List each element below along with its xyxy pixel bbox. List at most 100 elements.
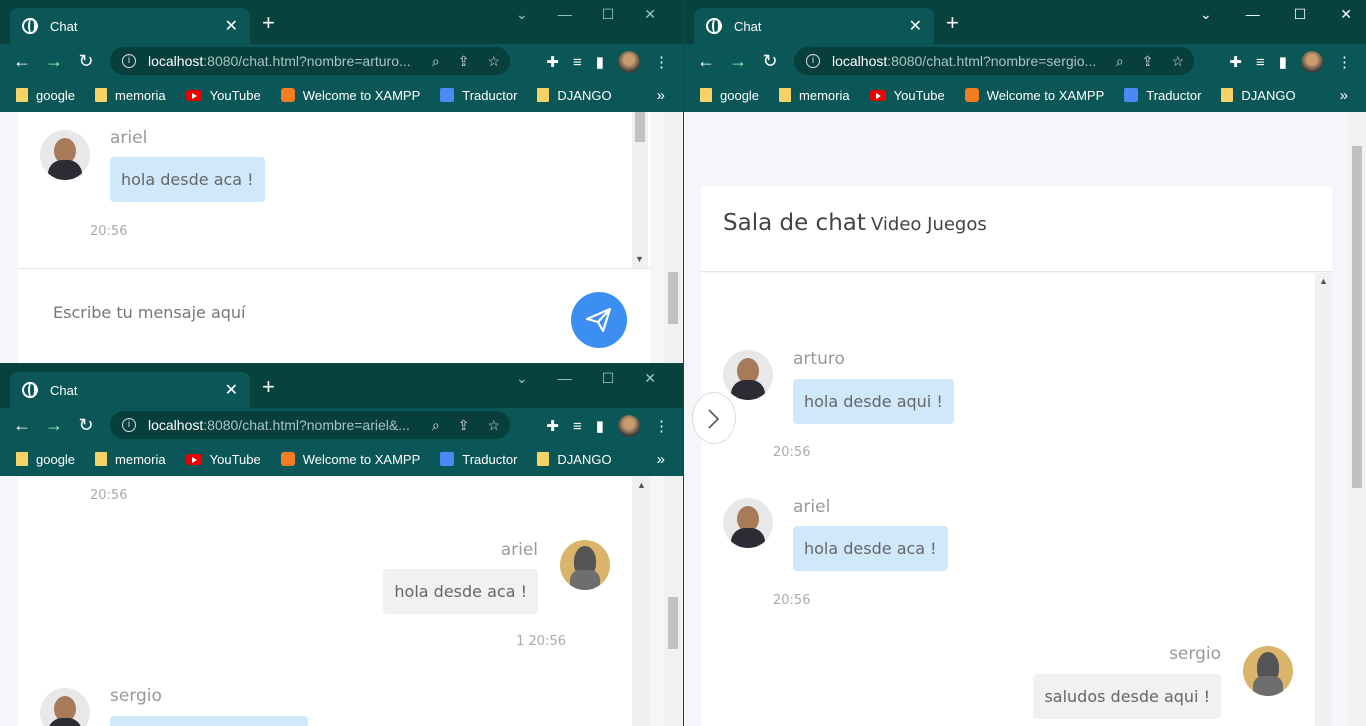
profile-avatar[interactable] xyxy=(618,415,640,437)
profile-avatar[interactable] xyxy=(1301,51,1323,73)
maximize-icon[interactable]: ☐ xyxy=(602,370,615,387)
bookmark-google[interactable]: google xyxy=(16,452,75,467)
tab-search-icon[interactable]: ⌄ xyxy=(516,370,528,387)
forward-icon[interactable]: → xyxy=(38,51,70,72)
scroll-down-icon[interactable]: ▼ xyxy=(635,254,644,264)
bookmark-traductor[interactable]: Traductor xyxy=(440,452,517,467)
bookmark-traductor[interactable]: Traductor xyxy=(440,88,517,103)
more-bookmarks-icon[interactable]: » xyxy=(1340,87,1348,104)
close-tab-icon[interactable]: ✕ xyxy=(225,380,238,400)
address-bar[interactable]: i localhost:8080/chat.html?nombre=sergio… xyxy=(794,47,1194,75)
scroll-up-icon[interactable]: ▲ xyxy=(1319,276,1328,286)
site-info-icon[interactable]: i xyxy=(122,54,136,68)
bookmark-xampp[interactable]: Welcome to XAMPP xyxy=(964,88,1104,103)
bookmark-google[interactable]: google xyxy=(16,88,75,103)
close-window-icon[interactable]: ✕ xyxy=(644,6,656,23)
scrollbar-thumb[interactable] xyxy=(635,112,645,142)
bookmark-django[interactable]: DJANGO xyxy=(537,88,612,103)
scrollbar[interactable] xyxy=(1315,273,1332,726)
close-window-icon[interactable]: ✕ xyxy=(1340,6,1352,23)
star-icon[interactable]: ☆ xyxy=(487,53,500,70)
share-icon[interactable]: ⇪ xyxy=(458,417,470,434)
close-window-icon[interactable]: ✕ xyxy=(644,370,656,387)
tab-chat[interactable]: Chat ✕ xyxy=(694,8,934,44)
send-button[interactable] xyxy=(571,292,627,348)
share-icon[interactable]: ⇪ xyxy=(1142,53,1154,70)
new-tab-icon[interactable]: + xyxy=(262,12,275,34)
tab-search-icon[interactable]: ⌄ xyxy=(1200,6,1212,23)
sidepanel-icon[interactable]: ▮ xyxy=(596,53,604,71)
extensions-icon[interactable]: ✚ xyxy=(546,53,559,71)
browser-window-sergio: Chat ✕ + ⌄ — ☐ ✕ ← → ↻ i localhost:8080/… xyxy=(684,0,1366,726)
zoom-icon[interactable]: ⌕ xyxy=(1116,53,1124,70)
scrollbar[interactable] xyxy=(632,476,650,726)
address-bar[interactable]: i localhost:8080/chat.html?nombre=ariel&… xyxy=(110,411,510,439)
more-bookmarks-icon[interactable]: » xyxy=(657,451,665,468)
back-icon[interactable]: ← xyxy=(690,51,722,72)
maximize-icon[interactable]: ☐ xyxy=(1294,6,1307,23)
chat-messages[interactable]: ariel hola desde aca ! 20:56 ▼ Escribe t… xyxy=(18,112,650,363)
folder-icon xyxy=(700,88,712,102)
bookmark-youtube[interactable]: YouTube xyxy=(869,88,945,103)
menu-icon[interactable]: ⋮ xyxy=(1337,53,1352,71)
zoom-icon[interactable]: ⌕ xyxy=(432,417,440,434)
page-scrollbar-thumb[interactable] xyxy=(668,597,678,649)
bookmark-google[interactable]: google xyxy=(700,88,759,103)
page-scrollbar-thumb[interactable] xyxy=(1352,146,1362,488)
close-tab-icon[interactable]: ✕ xyxy=(909,16,922,36)
media-icon[interactable]: ≡ xyxy=(1256,54,1265,71)
forward-icon[interactable]: → xyxy=(38,415,70,436)
forward-icon[interactable]: → xyxy=(722,51,754,72)
star-icon[interactable]: ☆ xyxy=(487,417,500,434)
bookmark-youtube[interactable]: YouTube xyxy=(185,88,261,103)
sidepanel-icon[interactable]: ▮ xyxy=(1279,53,1287,71)
sidepanel-icon[interactable]: ▮ xyxy=(596,417,604,435)
bookmark-xampp[interactable]: Welcome to XAMPP xyxy=(280,88,420,103)
extensions-icon[interactable]: ✚ xyxy=(546,417,559,435)
reload-icon[interactable]: ↻ xyxy=(70,51,102,72)
page-scrollbar[interactable] xyxy=(664,112,682,363)
bookmark-youtube[interactable]: YouTube xyxy=(185,452,261,467)
url-host: localhost xyxy=(148,53,204,69)
back-icon[interactable]: ← xyxy=(6,415,38,436)
site-info-icon[interactable]: i xyxy=(806,54,820,68)
extensions-icon[interactable]: ✚ xyxy=(1229,53,1242,71)
site-info-icon[interactable]: i xyxy=(122,418,136,432)
media-icon[interactable]: ≡ xyxy=(573,418,582,435)
bookmark-django[interactable]: DJANGO xyxy=(537,452,612,467)
tab-chat[interactable]: Chat ✕ xyxy=(10,372,250,408)
share-icon[interactable]: ⇪ xyxy=(458,53,470,70)
bookmark-django[interactable]: DJANGO xyxy=(1221,88,1296,103)
address-bar[interactable]: i localhost:8080/chat.html?nombre=arturo… xyxy=(110,47,510,75)
new-tab-icon[interactable]: + xyxy=(262,376,275,398)
menu-icon[interactable]: ⋮ xyxy=(654,417,669,435)
media-icon[interactable]: ≡ xyxy=(573,54,582,71)
chat-messages[interactable]: arturo hola desde aqui ! 20:56 ariel hol… xyxy=(701,273,1315,726)
bookmark-xampp[interactable]: Welcome to XAMPP xyxy=(280,452,420,467)
profile-avatar[interactable] xyxy=(618,51,640,73)
minimize-icon[interactable]: — xyxy=(558,370,572,387)
back-icon[interactable]: ← xyxy=(6,51,38,72)
new-tab-icon[interactable]: + xyxy=(946,12,959,34)
star-icon[interactable]: ☆ xyxy=(1171,53,1184,70)
reload-icon[interactable]: ↻ xyxy=(754,51,786,72)
minimize-icon[interactable]: — xyxy=(1246,6,1260,23)
bookmark-memoria[interactable]: memoria xyxy=(95,452,166,467)
minimize-icon[interactable]: — xyxy=(558,6,572,23)
menu-icon[interactable]: ⋮ xyxy=(654,53,669,71)
tab-chat[interactable]: Chat ✕ xyxy=(10,8,250,44)
zoom-icon[interactable]: ⌕ xyxy=(432,53,440,70)
tab-search-icon[interactable]: ⌄ xyxy=(516,6,528,23)
drawer-toggle[interactable] xyxy=(692,392,736,444)
bookmark-memoria[interactable]: memoria xyxy=(95,88,166,103)
scroll-up-icon[interactable]: ▲ xyxy=(637,480,646,490)
page-scrollbar-thumb[interactable] xyxy=(668,272,678,324)
reload-icon[interactable]: ↻ xyxy=(70,415,102,436)
message-input[interactable]: Escribe tu mensaje aquí xyxy=(53,303,245,322)
bookmark-memoria[interactable]: memoria xyxy=(779,88,850,103)
maximize-icon[interactable]: ☐ xyxy=(602,6,615,23)
chat-messages[interactable]: 20:56 ariel hola desde aca ! 1 20:56 ser… xyxy=(18,476,632,726)
close-tab-icon[interactable]: ✕ xyxy=(225,16,238,36)
more-bookmarks-icon[interactable]: » xyxy=(657,87,665,104)
bookmark-traductor[interactable]: Traductor xyxy=(1124,88,1201,103)
